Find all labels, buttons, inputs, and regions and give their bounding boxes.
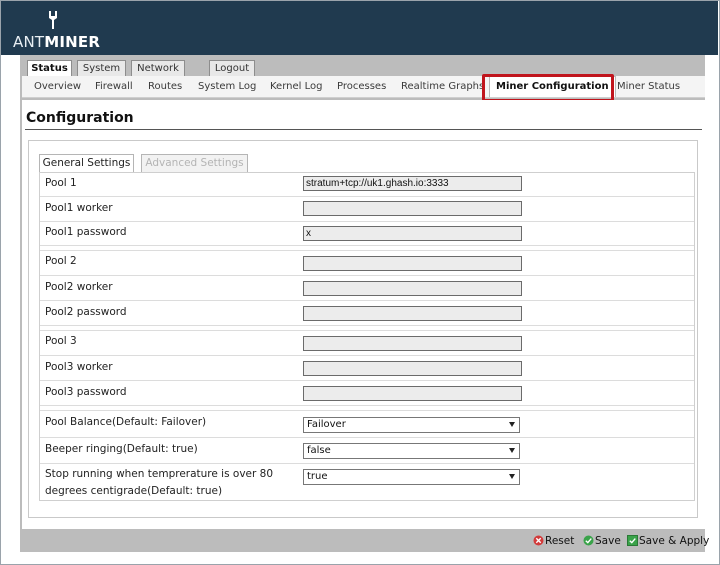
reset-icon bbox=[533, 535, 544, 546]
save-apply-button[interactable]: Save & Apply bbox=[627, 535, 709, 549]
chevron-down-icon bbox=[509, 448, 515, 453]
label-temp-stop-line2: degrees centigrade(Default: true) bbox=[45, 485, 223, 497]
label-pool2-password: Pool2 password bbox=[45, 306, 127, 318]
label-pool1-password: Pool1 password bbox=[45, 226, 127, 238]
row-pool3: Pool 3 bbox=[40, 331, 694, 356]
subtab-system-log[interactable]: System Log bbox=[198, 81, 256, 92]
label-pool2: Pool 2 bbox=[45, 255, 77, 267]
active-tab-highlight bbox=[482, 74, 614, 102]
title-divider bbox=[25, 129, 702, 130]
tab-general-settings[interactable]: General Settings bbox=[39, 154, 134, 173]
label-pool3-password: Pool3 password bbox=[45, 386, 127, 398]
row-pool-balance: Pool Balance(Default: Failover) Failover bbox=[40, 411, 694, 438]
pool-balance-value: Failover bbox=[307, 419, 346, 430]
main-panel: Configuration General Settings Advanced … bbox=[22, 100, 705, 529]
tab-network[interactable]: Network bbox=[131, 60, 185, 76]
pool1-password-input[interactable] bbox=[303, 226, 522, 241]
tab-system[interactable]: System bbox=[77, 60, 126, 76]
label-pool-balance: Pool Balance(Default: Failover) bbox=[45, 416, 207, 428]
antminer-logo: ANTMINER bbox=[13, 9, 100, 51]
tab-logout[interactable]: Logout bbox=[209, 60, 255, 76]
pool1-worker-input[interactable] bbox=[303, 201, 522, 216]
subtab-routes[interactable]: Routes bbox=[148, 81, 182, 92]
subtab-realtime-graphs[interactable]: Realtime Graphs bbox=[401, 81, 484, 92]
beeper-select[interactable]: false bbox=[303, 443, 520, 459]
row-pool2-worker: Pool2 worker bbox=[40, 276, 694, 301]
brand-name: ANTMINER bbox=[13, 33, 101, 51]
tab-advanced-settings[interactable]: Advanced Settings bbox=[141, 154, 248, 173]
save-apply-icon bbox=[627, 535, 638, 546]
temp-stop-select[interactable]: true bbox=[303, 469, 520, 485]
antminer-logo-mark bbox=[49, 11, 57, 29]
pool3-url-input[interactable] bbox=[303, 336, 522, 351]
save-button[interactable]: Save bbox=[583, 535, 621, 549]
row-pool1: Pool 1 bbox=[40, 173, 694, 197]
row-pool2-password: Pool2 password bbox=[40, 301, 694, 326]
label-temp-stop-line1: Stop running when temprerature is over 8… bbox=[45, 468, 274, 480]
label-pool2-worker: Pool2 worker bbox=[45, 281, 113, 293]
row-pool3-worker: Pool3 worker bbox=[40, 356, 694, 381]
subtab-kernel-log[interactable]: Kernel Log bbox=[270, 81, 322, 92]
chevron-down-icon bbox=[509, 422, 515, 427]
pool3-password-input[interactable] bbox=[303, 386, 522, 401]
row-beeper: Beeper ringing(Default: true) false bbox=[40, 438, 694, 464]
save-label: Save bbox=[595, 535, 621, 547]
subtab-miner-status[interactable]: Miner Status bbox=[617, 81, 680, 92]
chevron-down-icon bbox=[509, 474, 515, 479]
subtab-overview[interactable]: Overview bbox=[34, 81, 81, 92]
row-pool2: Pool 2 bbox=[40, 251, 694, 276]
pool3-worker-input[interactable] bbox=[303, 361, 522, 376]
row-pool1-password: Pool1 password bbox=[40, 222, 694, 246]
subtab-processes[interactable]: Processes bbox=[337, 81, 386, 92]
page-title: Configuration bbox=[26, 110, 134, 126]
checkmark-icon bbox=[583, 535, 594, 546]
pool2-url-input[interactable] bbox=[303, 256, 522, 271]
pool-balance-select[interactable]: Failover bbox=[303, 417, 520, 433]
reset-label: Reset bbox=[545, 535, 575, 547]
label-pool1-worker: Pool1 worker bbox=[45, 202, 113, 214]
header-bar: ANTMINER bbox=[1, 1, 718, 55]
pool1-url-input[interactable] bbox=[303, 176, 522, 191]
settings-form: General Settings Advanced Settings Pool … bbox=[28, 140, 698, 518]
general-settings-fields: Pool 1 Pool1 worker Pool1 password Pool … bbox=[39, 172, 695, 501]
row-pool3-password: Pool3 password bbox=[40, 381, 694, 406]
row-temp-stop: Stop running when temprerature is over 8… bbox=[40, 464, 694, 500]
label-beeper: Beeper ringing(Default: true) bbox=[45, 443, 198, 455]
reset-button[interactable]: Reset bbox=[533, 535, 574, 549]
label-pool3-worker: Pool3 worker bbox=[45, 361, 113, 373]
temp-stop-value: true bbox=[307, 471, 328, 482]
row-pool1-worker: Pool1 worker bbox=[40, 197, 694, 222]
label-pool3: Pool 3 bbox=[45, 335, 77, 347]
beeper-value: false bbox=[307, 445, 331, 456]
label-pool1: Pool 1 bbox=[45, 177, 77, 189]
pool2-worker-input[interactable] bbox=[303, 281, 522, 296]
pool2-password-input[interactable] bbox=[303, 306, 522, 321]
subtab-firewall[interactable]: Firewall bbox=[95, 81, 133, 92]
tab-status[interactable]: Status bbox=[27, 60, 72, 77]
save-apply-label: Save & Apply bbox=[639, 535, 710, 547]
